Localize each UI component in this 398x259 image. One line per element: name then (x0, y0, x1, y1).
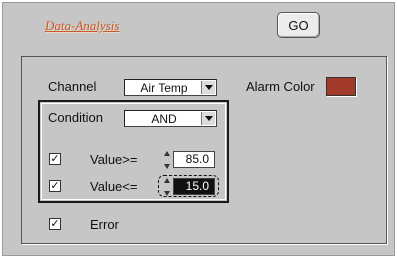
channel-select-value: Air Temp (140, 81, 188, 95)
value-max-input[interactable]: 15.0 (173, 178, 215, 195)
data-analysis-link[interactable]: Data-Analysis (45, 18, 119, 34)
value-max-label: Value<= (90, 179, 138, 194)
condition-select[interactable]: AND (124, 110, 217, 127)
value-min-checkbox[interactable]: ✓ (49, 153, 61, 165)
value-min-label: Value>= (90, 152, 138, 167)
alarm-color-label: Alarm Color (246, 79, 315, 94)
alarm-color-swatch[interactable] (326, 77, 356, 96)
condition-select-value: AND (151, 112, 177, 126)
value-min-input[interactable]: 85.0 (173, 151, 215, 168)
value-min-spinner-icon[interactable] (162, 151, 171, 169)
channel-select[interactable]: Air Temp (124, 79, 217, 96)
chevron-down-icon[interactable] (201, 112, 215, 125)
channel-label: Channel (48, 79, 97, 94)
go-button[interactable]: GO (277, 12, 320, 38)
chevron-down-icon[interactable] (201, 81, 215, 94)
error-label: Error (90, 217, 119, 232)
value-max-checkbox[interactable]: ✓ (49, 180, 61, 192)
value-max-spinner-icon[interactable] (162, 178, 171, 196)
condition-label: Condition (48, 110, 103, 125)
error-checkbox[interactable]: ✓ (49, 218, 61, 230)
